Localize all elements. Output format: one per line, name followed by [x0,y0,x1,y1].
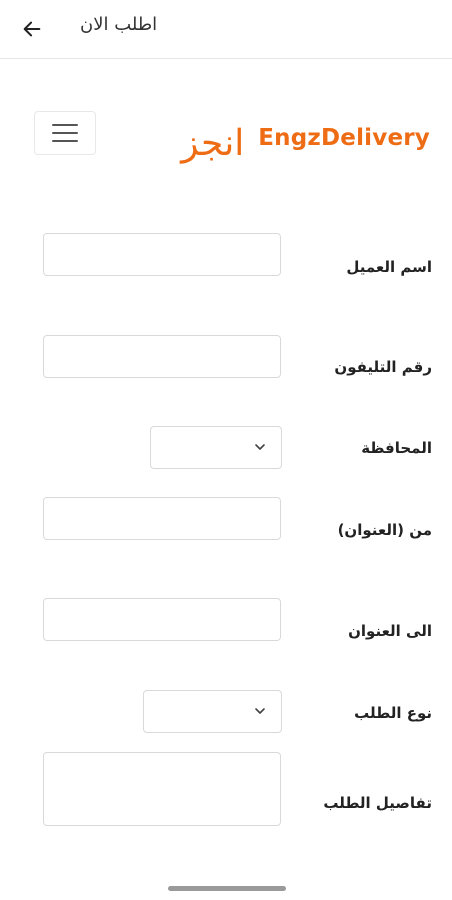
page-title: اطلب الان [80,14,158,35]
phone-input[interactable] [43,335,281,378]
order-details-textarea[interactable] [43,752,281,826]
menu-button[interactable] [34,111,96,155]
next-field-label-partial: ـــ ـــ ـــ [375,876,432,894]
order-details-label: تفاصيل الطلب [323,794,432,812]
from-address-label: من (العنوان) [337,521,432,539]
order-type-select[interactable] [143,690,282,733]
from-address-input[interactable] [43,497,281,540]
customer-name-label: اسم العميل [346,258,432,276]
brand-logo[interactable]: انجز EngzDelivery [181,108,430,168]
phone-label: رقم التليفون [334,358,432,376]
to-address-input[interactable] [43,598,281,641]
chevron-down-icon [255,708,265,714]
customer-name-input[interactable] [43,233,281,276]
chevron-down-icon [255,444,265,450]
hamburger-menu-icon [52,124,78,142]
app-bar: اطلب الان [0,0,452,59]
gesture-home-bar[interactable] [168,886,286,891]
to-address-label: الى العنوان [348,622,432,640]
governorate-label: المحافظة [361,439,432,457]
brand-logo-arabic: انجز [181,123,245,164]
governorate-select[interactable] [150,426,282,469]
back-arrow-icon[interactable] [18,15,46,43]
order-type-label: نوع الطلب [354,704,432,722]
brand-name: EngzDelivery [258,125,430,151]
